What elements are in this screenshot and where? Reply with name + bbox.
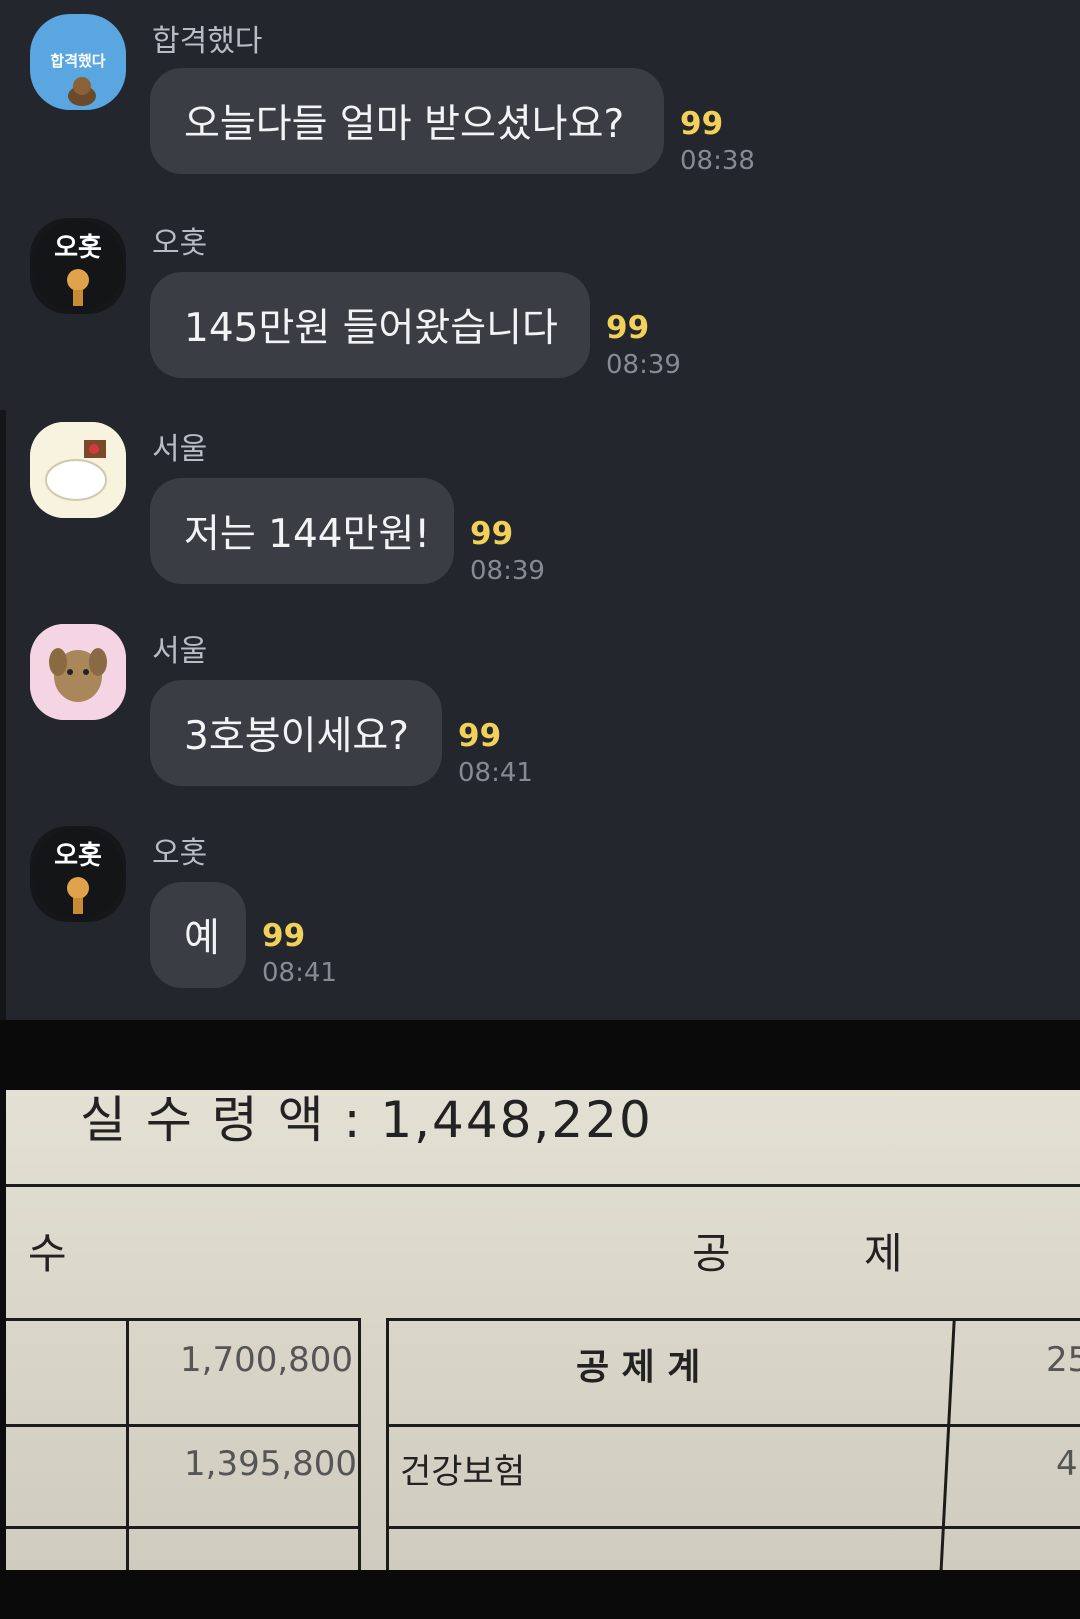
row-right-value: 4 xyxy=(1056,1444,1078,1484)
chat-edge-shadow xyxy=(0,410,6,1020)
table-rule xyxy=(358,1318,361,1570)
avatar-image xyxy=(30,422,126,518)
message-time: 08:39 xyxy=(470,556,545,586)
sender-name: 합격했다 xyxy=(152,24,263,59)
message-bubble[interactable]: 3호봉이세요? xyxy=(150,680,442,786)
avatar-image: 오홋 xyxy=(32,828,124,920)
avatar-image: 오홋 xyxy=(32,220,124,312)
row-right-value: 25 xyxy=(1046,1340,1080,1380)
message-bubble[interactable]: 145만원 들어왔습니다 xyxy=(150,272,590,378)
table-rule xyxy=(6,1424,360,1427)
avatar-label: 오홋 xyxy=(54,233,102,263)
message-bubble[interactable]: 오늘다들 얼마 받으셨나요? xyxy=(150,68,664,174)
sender-name: 오홋 xyxy=(152,836,208,871)
chat-room: 합격했다 합격했다 오늘다들 얼마 받으셨나요? 99 08:38 오홋 오홋 … xyxy=(0,0,1080,1020)
table-header-gong: 공 xyxy=(692,1229,731,1278)
bottom-black-bar xyxy=(0,1570,1080,1619)
avatar[interactable]: 합격했다 xyxy=(30,14,126,110)
sender-name: 서울 xyxy=(152,432,208,467)
table-rule xyxy=(939,1318,956,1570)
sender-name: 오홋 xyxy=(152,226,208,261)
avatar-label: 합격했다 xyxy=(50,52,105,70)
net-pay-label: 실 수 령 액 : 1,448,220 xyxy=(80,1091,653,1149)
message-time: 08:38 xyxy=(680,146,755,176)
row-amount: 1,700,800 xyxy=(180,1340,354,1380)
table-header-left: 수 xyxy=(28,1229,67,1278)
table-header-je: 제 xyxy=(864,1229,903,1278)
avatar-label: 오홋 xyxy=(54,841,102,871)
avatar[interactable] xyxy=(30,422,126,518)
table-rule xyxy=(386,1318,1080,1321)
message-time: 08:39 xyxy=(606,350,681,380)
unread-count: 99 xyxy=(262,918,306,954)
unread-count: 99 xyxy=(458,718,502,754)
divider xyxy=(0,1020,1080,1090)
avatar[interactable]: 오홋 xyxy=(30,218,126,314)
avatar-image xyxy=(30,624,126,720)
message-bubble[interactable]: 예 xyxy=(150,882,246,988)
table-rule xyxy=(386,1318,389,1570)
row-label: 건강보험 xyxy=(400,1452,526,1492)
table-rule xyxy=(6,1318,360,1321)
table-rule xyxy=(6,1184,1080,1187)
unread-count: 99 xyxy=(606,310,650,346)
row-label: 공 제 계 xyxy=(576,1347,701,1388)
row-amount: 1,395,800 xyxy=(184,1444,358,1484)
table-rule xyxy=(386,1526,1080,1529)
table-rule xyxy=(386,1424,1080,1427)
payslip-photo: 실 수 령 액 : 1,448,220 수 공 제 1,700,800 공 제 … xyxy=(6,1090,1080,1570)
message-bubble[interactable]: 저는 144만원! xyxy=(150,478,454,584)
avatar-image: 합격했다 xyxy=(32,16,124,108)
unread-count: 99 xyxy=(470,516,514,552)
table-rule xyxy=(6,1526,360,1529)
table-rule xyxy=(126,1318,129,1570)
avatar[interactable]: 오홋 xyxy=(30,826,126,922)
sender-name: 서울 xyxy=(152,634,208,669)
avatar[interactable] xyxy=(30,624,126,720)
unread-count: 99 xyxy=(680,106,724,142)
message-time: 08:41 xyxy=(262,958,337,988)
message-time: 08:41 xyxy=(458,758,533,788)
